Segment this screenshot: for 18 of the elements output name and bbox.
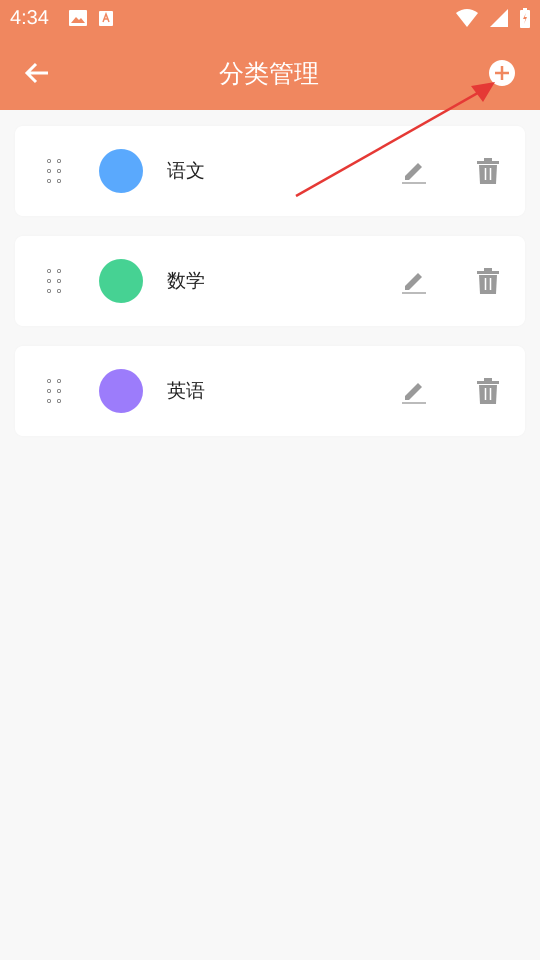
app-notification-icon xyxy=(98,10,113,26)
category-name: 数学 xyxy=(167,269,206,294)
wifi-icon xyxy=(456,9,478,27)
category-name: 语文 xyxy=(167,159,206,184)
drag-handle-icon[interactable] xyxy=(47,379,61,403)
signal-icon xyxy=(490,9,508,27)
image-icon xyxy=(68,10,87,26)
drag-handle-icon[interactable] xyxy=(47,159,61,183)
add-icon[interactable] xyxy=(488,59,516,87)
back-arrow-icon[interactable] xyxy=(24,61,50,85)
battery-icon xyxy=(520,8,530,28)
trash-icon[interactable] xyxy=(477,378,499,404)
category-name: 英语 xyxy=(167,379,206,404)
page-title: 分类管理 xyxy=(218,58,320,90)
trash-icon[interactable] xyxy=(477,158,499,184)
status-time: 4:34 xyxy=(10,6,49,30)
trash-icon[interactable] xyxy=(477,268,499,294)
drag-handle-icon[interactable] xyxy=(47,269,61,293)
